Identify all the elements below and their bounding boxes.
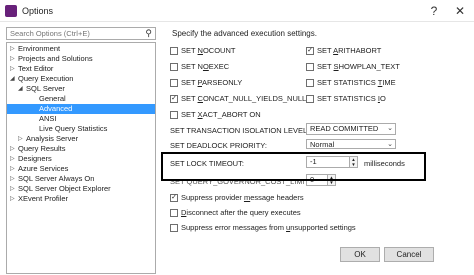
search-icon[interactable]: ⚲ [145,28,152,39]
tree-item-label: Environment [18,44,61,53]
tree-item-label: Designers [18,154,52,163]
ok-button[interactable]: OK [340,247,380,262]
set-statistics-time-checkbox[interactable] [306,79,314,87]
tree-item-label: ANSI [39,114,57,123]
expand-arrow-icon[interactable]: ▷ [10,144,15,154]
collapse-arrow-icon[interactable]: ◢ [10,74,15,84]
expand-arrow-icon[interactable]: ▷ [10,64,15,74]
tree-item-label: Projects and Solutions [18,54,93,63]
tree-item-ansi[interactable]: ANSI [7,114,155,124]
cancel-button[interactable]: Cancel [384,247,434,262]
isolation-level-value: READ COMMITTED [310,124,379,133]
app-icon [5,5,17,17]
expand-arrow-icon[interactable]: ▷ [10,44,15,54]
set-parseonly-checkbox[interactable] [170,79,178,87]
suppress-errors-checkbox[interactable] [170,224,178,232]
expand-arrow-icon[interactable]: ▷ [10,54,15,64]
tree-item-label: General [39,94,66,103]
tree-item-text-editor[interactable]: ▷ Text Editor [7,64,155,74]
deadlock-priority-value: Normal [310,140,335,149]
tree-item-projects[interactable]: ▷ Projects and Solutions [7,54,155,64]
tree-item-label: Query Results [18,144,66,153]
set-nocount-checkbox[interactable] [170,47,178,55]
search-input[interactable] [7,28,135,39]
tree-item-label: Text Editor [18,64,54,73]
set-showplan-text-checkbox[interactable] [306,63,314,71]
panel-description: Specify the advanced execution settings. [172,29,317,38]
options-tree[interactable]: ▷ Environment ▷ Projects and Solutions ▷ Te… [6,42,156,274]
tree-item-label: Analysis Server [26,134,79,143]
tree-item-label: SQL Server Object Explorer [18,184,111,193]
expand-arrow-icon[interactable]: ▷ [10,194,15,204]
advanced-settings-panel: Specify the advanced execution settings.… [170,29,405,232]
tree-item-always-on[interactable]: ▷ SQL Server Always On [7,174,155,184]
search-box[interactable]: ⚲ [6,27,156,40]
isolation-level-dropdown[interactable]: READ COMMITTED ⌄ [306,123,396,135]
window-title: Options [22,6,54,16]
help-button[interactable]: ? [424,2,444,20]
tree-item-label: SQL Server Always On [18,174,95,183]
tree-item-designers[interactable]: ▷ Designers [7,154,155,164]
expand-arrow-icon[interactable]: ▷ [10,164,15,174]
annotation-highlight-box [161,152,426,181]
set-xact-abort-checkbox[interactable] [170,111,178,119]
tree-item-label: SQL Server [26,84,65,93]
tree-item-label: XEvent Profiler [18,194,69,203]
tree-item-label: Advanced [39,104,73,113]
chevron-down-icon[interactable]: ⌄ [387,124,393,134]
tree-item-general[interactable]: General [7,94,155,104]
tree-item-query-execution[interactable]: ◢ Query Execution [7,74,155,84]
close-button[interactable]: ✕ [450,2,470,20]
tree-item-label: Azure Services [18,164,69,173]
expand-arrow-icon[interactable]: ▷ [10,154,15,164]
deadlock-priority-label: SET DEADLOCK PRIORITY: [170,141,267,150]
tree-item-sql-server[interactable]: ◢ SQL Server [7,84,155,94]
tree-item-label: Query Execution [18,74,74,83]
set-arithabort-checkbox[interactable]: ✓ [306,47,314,55]
tree-item-label: Live Query Statistics [39,124,108,133]
expand-arrow-icon[interactable]: ▷ [10,184,15,194]
collapse-arrow-icon[interactable]: ◢ [18,84,23,94]
deadlock-priority-dropdown[interactable]: Normal ⌄ [306,139,396,149]
expand-arrow-icon[interactable]: ▷ [18,134,23,144]
tree-item-azure-services[interactable]: ▷ Azure Services [7,164,155,174]
expand-arrow-icon[interactable]: ▷ [10,174,15,184]
isolation-level-label: SET TRANSACTION ISOLATION LEVEL: [170,126,310,135]
set-statistics-io-checkbox[interactable] [306,95,314,103]
set-concat-null-checkbox[interactable]: ✓ [170,95,178,103]
tree-item-query-results[interactable]: ▷ Query Results [7,144,155,154]
tree-item-environment[interactable]: ▷ Environment [7,44,155,54]
tree-item-xevent-profiler[interactable]: ▷ XEvent Profiler [7,194,155,204]
tree-item-live-query-statistics[interactable]: Live Query Statistics [7,124,155,134]
set-noexec-checkbox[interactable] [170,63,178,71]
suppress-headers-checkbox[interactable]: ✓ [170,194,178,202]
title-bar: Options ? ✕ [0,0,474,22]
chevron-down-icon[interactable]: ⌄ [387,140,393,148]
tree-item-advanced[interactable]: Advanced [7,104,155,114]
tree-item-object-explorer[interactable]: ▷ SQL Server Object Explorer [7,184,155,194]
tree-item-analysis-server[interactable]: ▷ Analysis Server [7,134,155,144]
disconnect-checkbox[interactable] [170,209,178,217]
